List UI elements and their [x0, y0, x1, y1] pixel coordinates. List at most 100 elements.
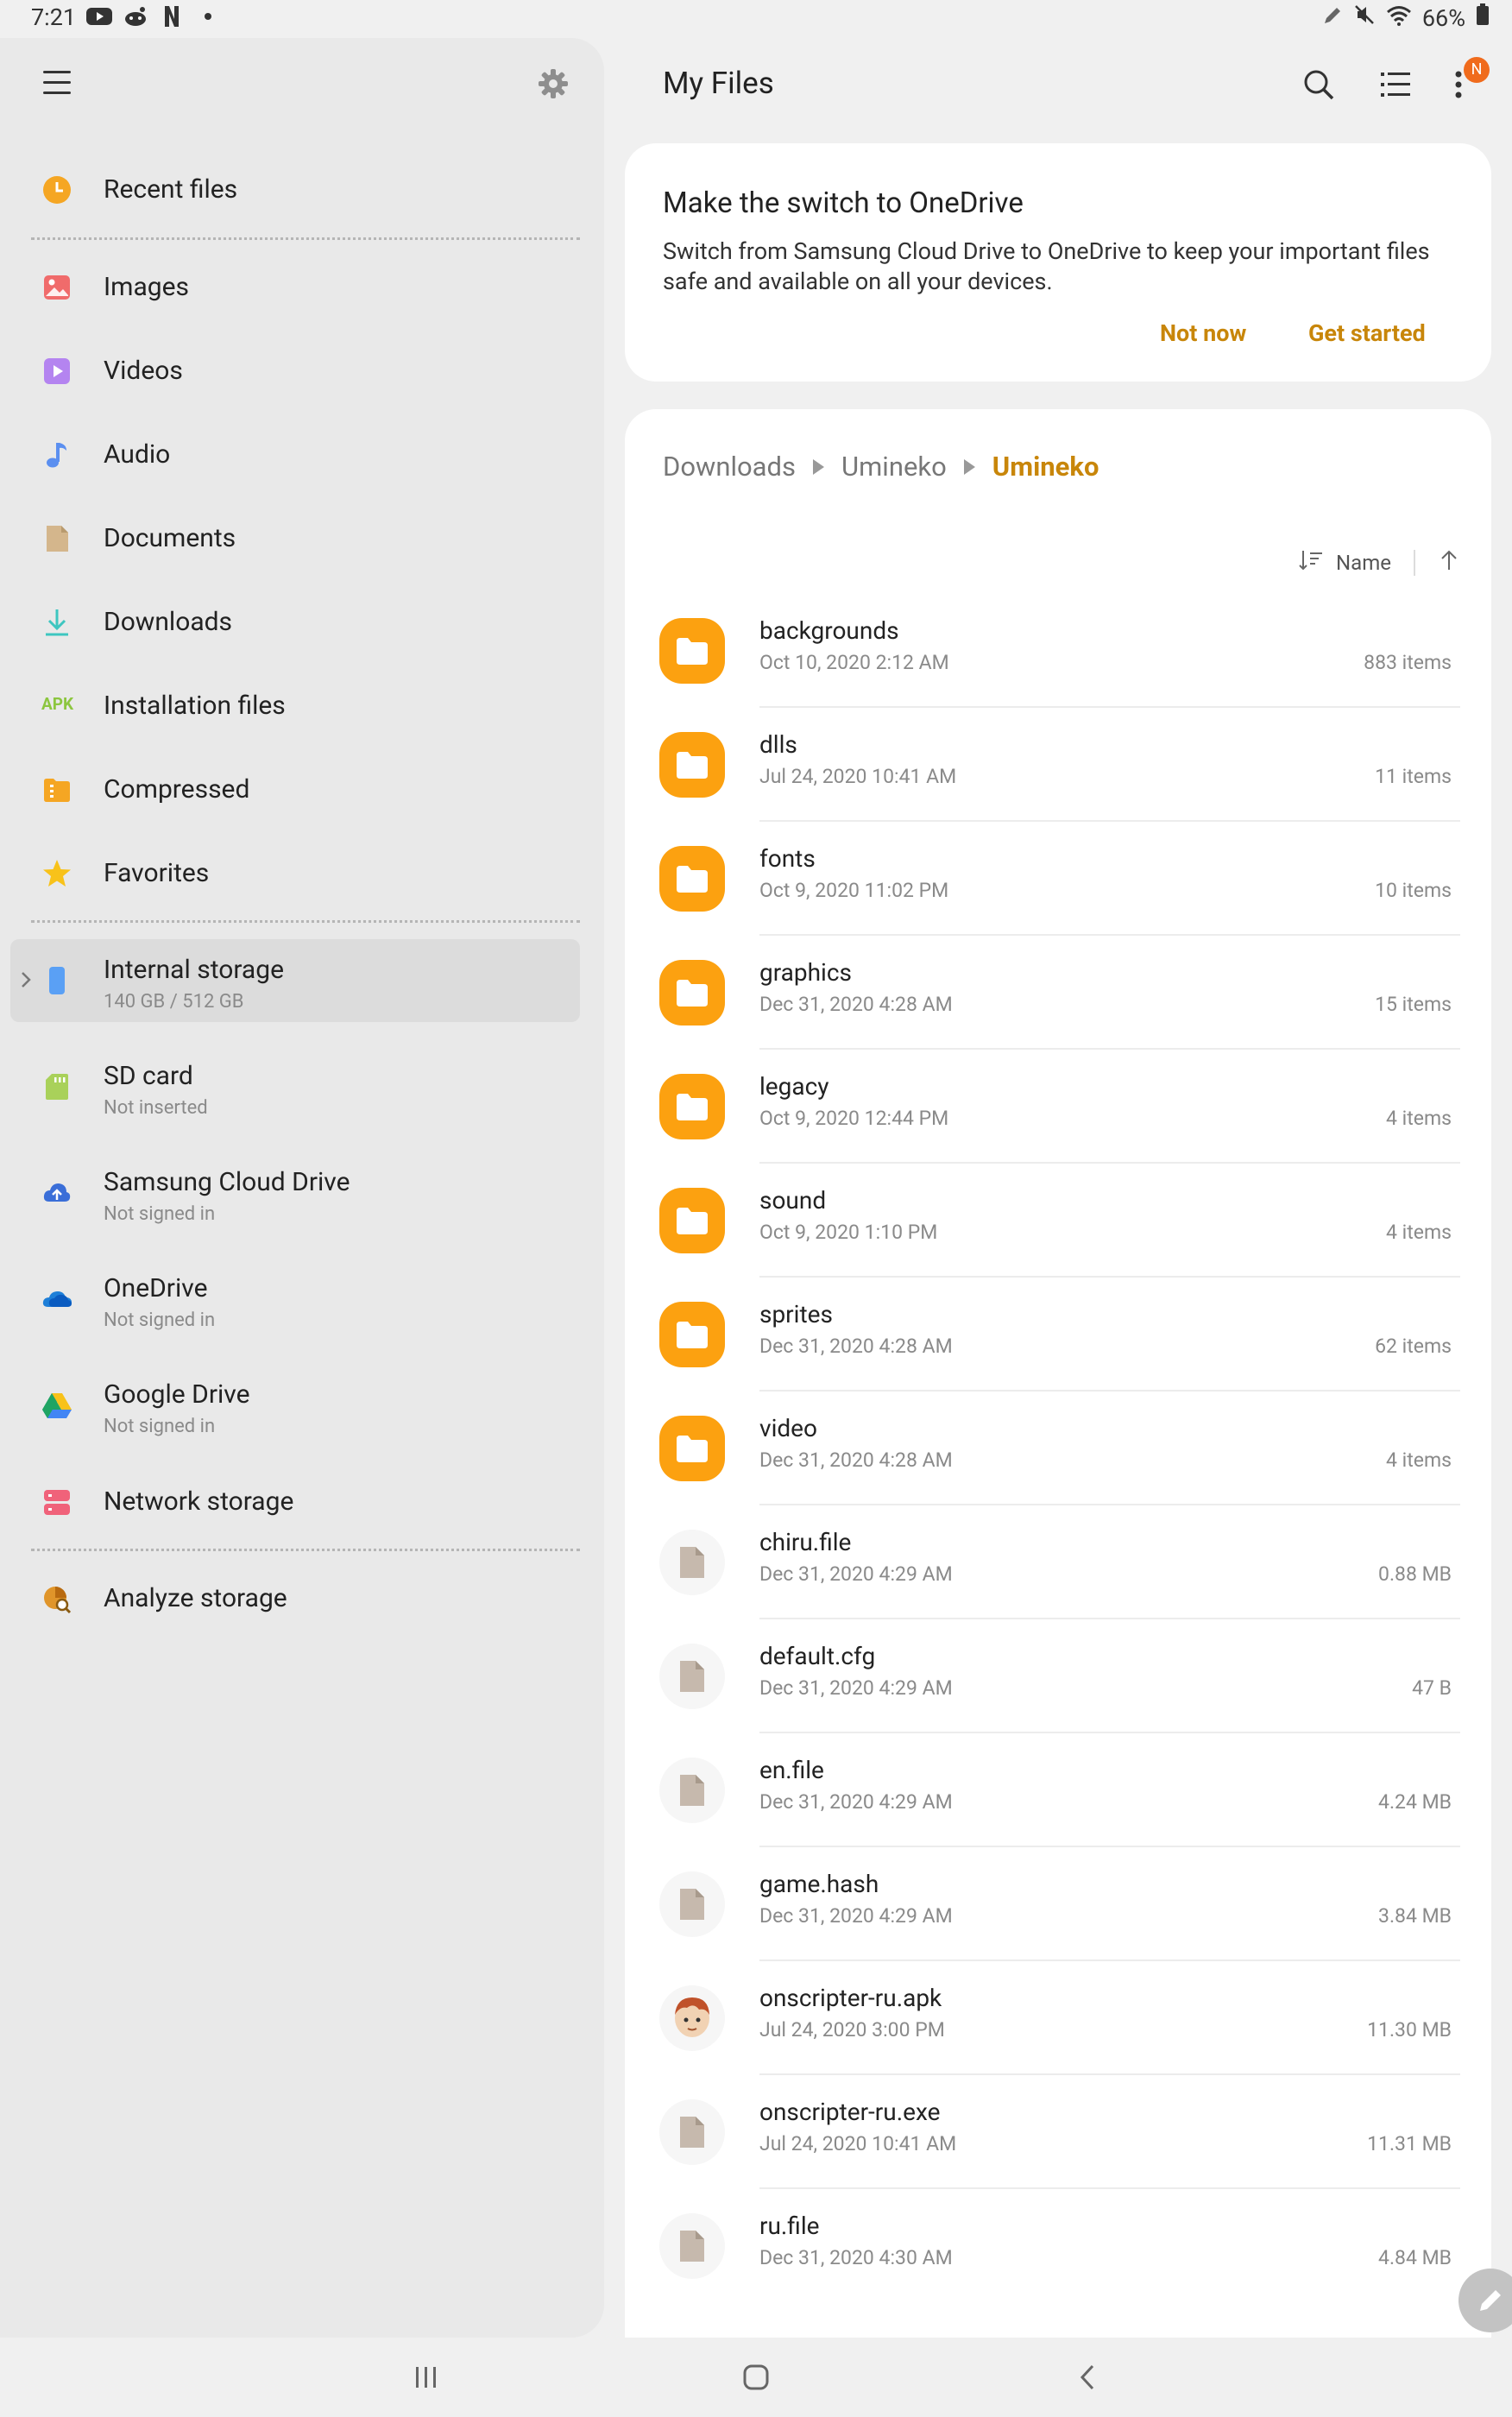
drawer-item-analyze-storage[interactable]: Analyze storage	[10, 1557, 580, 1640]
icon-graphic	[675, 1997, 709, 2037]
back-icon[interactable]	[1072, 2360, 1106, 2395]
drawer-item-favorites[interactable]: Favorites	[10, 832, 580, 915]
google-drive-icon	[41, 1390, 72, 1421]
item-count: 4 items	[1386, 1107, 1452, 1130]
file-browser: Downloads Umineko Umineko Name backgroun…	[625, 409, 1491, 2338]
folder-row[interactable]: video Dec 31, 2020 4:28 AM 4 items	[625, 1392, 1491, 1505]
video-icon	[41, 356, 72, 387]
folder-row[interactable]: backgrounds Oct 10, 2020 2:12 AM 883 items	[625, 594, 1491, 708]
drawer-item-label: Samsung Cloud Drive	[104, 1167, 350, 1197]
list-view-icon[interactable]	[1376, 66, 1414, 104]
reddit-icon	[123, 5, 148, 28]
file-name: chiru.file	[759, 1528, 852, 1556]
file-row[interactable]: onscripter-ru.apk Jul 24, 2020 3:00 PM 11.…	[625, 1961, 1491, 2075]
get-started-button[interactable]: Get started	[1308, 319, 1426, 347]
folder-row[interactable]: legacy Oct 9, 2020 12:44 PM 4 items	[625, 1050, 1491, 1164]
drawer-item-documents[interactable]: Documents	[10, 497, 580, 580]
analyze-icon	[41, 1583, 72, 1614]
music-note-icon	[41, 439, 72, 470]
divider	[31, 920, 580, 923]
folder-row[interactable]: sound Oct 9, 2020 1:10 PM 4 items	[625, 1164, 1491, 1278]
drawer-item-compressed[interactable]: Compressed	[10, 748, 580, 831]
drawer-item-audio[interactable]: Audio	[10, 413, 580, 496]
drawer-item-label: Videos	[104, 356, 183, 386]
folder-row[interactable]: graphics Dec 31, 2020 4:28 AM 15 items	[625, 936, 1491, 1050]
folder-row[interactable]: fonts Oct 9, 2020 11:02 PM 10 items	[625, 822, 1491, 936]
file-name: default.cfg	[759, 1642, 876, 1670]
file-date: Dec 31, 2020 4:28 AM	[759, 1335, 953, 1358]
breadcrumb-item[interactable]: Downloads	[663, 451, 796, 483]
status-time: 7:21	[31, 3, 77, 31]
drawer-item-network-storage[interactable]: Network storage	[10, 1461, 580, 1543]
drawer-item-downloads[interactable]: Downloads	[10, 581, 580, 664]
drawer-item-sd-card[interactable]: SD card Not inserted	[10, 1045, 580, 1128]
chevron-right-icon[interactable]	[17, 970, 35, 989]
file-date: Oct 9, 2020 1:10 PM	[759, 1221, 938, 1244]
file-name: sound	[759, 1186, 827, 1215]
drawer-item-label: Internal storage	[104, 955, 285, 985]
apk-icon: APK	[41, 694, 74, 714]
drawer-item-onedrive[interactable]: OneDrive Not signed in	[10, 1258, 580, 1341]
file-row[interactable]: en.file Dec 31, 2020 4:29 AM 4.24 MB	[625, 1733, 1491, 1847]
mute-icon	[1353, 3, 1376, 32]
drawer-item-label: Downloads	[104, 607, 233, 637]
drawer-item-label: Google Drive	[104, 1379, 250, 1410]
item-count: 15 items	[1375, 993, 1452, 1016]
folder-icon	[659, 1416, 725, 1481]
file-row[interactable]: ru.file Dec 31, 2020 4:30 AM 4.84 MB	[625, 2189, 1491, 2303]
breadcrumb-item[interactable]: Umineko	[841, 451, 947, 483]
drawer-item-samsung-cloud-drive[interactable]: Samsung Cloud Drive Not signed in	[10, 1152, 580, 1234]
file-name: game.hash	[759, 1870, 879, 1898]
gear-icon[interactable]	[537, 67, 570, 100]
folder-icon	[659, 1074, 725, 1139]
battery-icon	[1476, 3, 1490, 32]
divider	[31, 1549, 580, 1551]
sort-direction-icon[interactable]	[1438, 548, 1460, 577]
sort-label[interactable]: Name	[1336, 551, 1391, 575]
folder-row[interactable]: sprites Dec 31, 2020 4:28 AM 62 items	[625, 1278, 1491, 1392]
folder-row[interactable]: dlls Jul 24, 2020 10:41 AM 11 items	[625, 708, 1491, 822]
banner-title: Make the switch to OneDrive	[663, 186, 1024, 220]
drawer-item-internal-storage[interactable]: Internal storage 140 GB / 512 GB	[10, 939, 580, 1022]
file-name: backgrounds	[759, 616, 899, 645]
folder-icon	[659, 846, 725, 912]
youtube-icon	[86, 5, 112, 28]
icon-graphic	[677, 1322, 708, 1348]
file-date: Dec 31, 2020 4:29 AM	[759, 1562, 953, 1586]
sort-icon[interactable]	[1298, 548, 1324, 577]
drawer-item-label: Analyze storage	[104, 1583, 287, 1613]
drawer-item-recent-files[interactable]: Recent files	[10, 148, 580, 231]
folder-icon	[659, 732, 725, 798]
folder-icon	[659, 1188, 725, 1253]
notification-dot-icon	[195, 5, 221, 28]
file-date: Oct 10, 2020 2:12 AM	[759, 651, 949, 674]
file-row[interactable]: onscripter-ru.exe Jul 24, 2020 10:41 AM 11…	[625, 2075, 1491, 2189]
drawer-item-status: Not signed in	[104, 1309, 216, 1331]
file-icon	[659, 2213, 725, 2279]
drawer-item-videos[interactable]: Videos	[10, 330, 580, 413]
file-date: Jul 24, 2020 3:00 PM	[759, 2018, 945, 2042]
search-icon[interactable]	[1300, 66, 1338, 104]
clock-icon	[41, 174, 72, 205]
drawer-item-images[interactable]: Images	[10, 246, 580, 329]
file-row[interactable]: chiru.file Dec 31, 2020 4:29 AM 0.88 MB	[625, 1505, 1491, 1619]
recent-apps-icon[interactable]	[409, 2360, 444, 2395]
more-options-icon[interactable]: N	[1446, 57, 1490, 104]
drawer-item-installation-files[interactable]: APK Installation files	[10, 665, 580, 748]
file-list: backgrounds Oct 10, 2020 2:12 AM 883 items…	[625, 594, 1491, 2303]
breadcrumb-current: Umineko	[992, 451, 1099, 483]
storage-usage: 140 GB / 512 GB	[104, 991, 244, 1013]
item-count: 62 items	[1375, 1335, 1452, 1358]
home-icon[interactable]	[739, 2360, 773, 2395]
file-icon	[659, 1758, 725, 1823]
file-size: 3.84 MB	[1378, 1904, 1452, 1928]
icon-graphic	[677, 866, 708, 893]
drawer-item-google-drive[interactable]: Google Drive Not signed in	[10, 1364, 580, 1447]
file-size: 4.24 MB	[1378, 1790, 1452, 1814]
notification-badge: N	[1464, 57, 1490, 83]
file-row[interactable]: game.hash Dec 31, 2020 4:29 AM 3.84 MB	[625, 1847, 1491, 1961]
file-date: Jul 24, 2020 10:41 AM	[759, 2132, 957, 2155]
not-now-button[interactable]: Not now	[1160, 319, 1246, 347]
menu-icon[interactable]	[43, 71, 71, 95]
file-row[interactable]: default.cfg Dec 31, 2020 4:29 AM 47 B	[625, 1619, 1491, 1733]
